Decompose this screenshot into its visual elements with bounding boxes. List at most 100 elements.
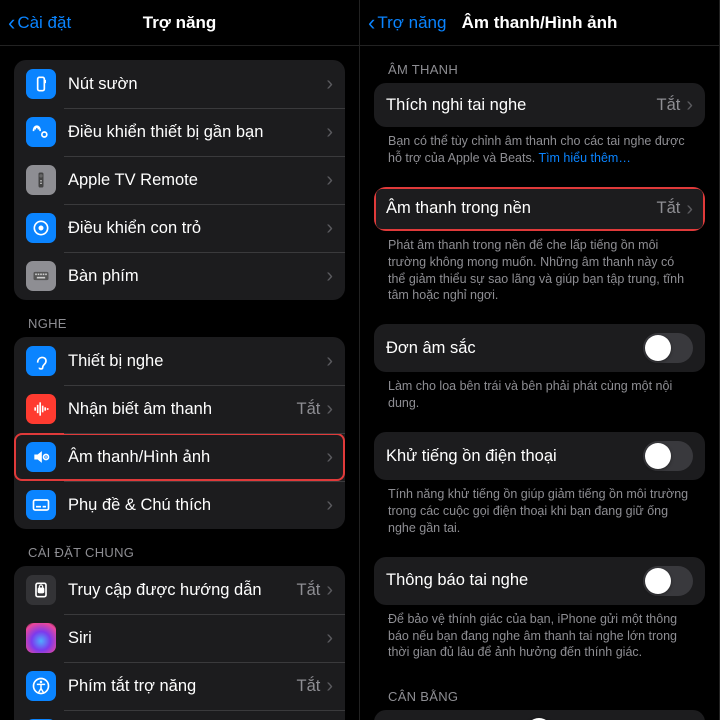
row-label: Âm thanh/Hình ảnh <box>68 448 326 467</box>
row-subtitles-captions[interactable]: Phụ đề & Chú thích › <box>14 481 345 529</box>
group-noise-cancel: Khử tiếng ồn điện thoại <box>374 432 705 480</box>
row-detail: Tắt <box>656 199 680 218</box>
row-label: Bàn phím <box>68 267 326 286</box>
row-headphone-accommodations[interactable]: Thích nghi tai nghe Tắt › <box>374 83 705 127</box>
footer-headphone-accom: Bạn có thể tùy chỉnh âm thanh cho các ta… <box>360 127 719 179</box>
row-pointer-control[interactable]: Điều khiển con trỏ › <box>14 204 345 252</box>
chevron-right-icon: › <box>686 199 693 219</box>
row-label: Điều khiển con trỏ <box>68 219 326 238</box>
row-label: Phím tắt trợ năng <box>68 677 296 696</box>
row-guided-access[interactable]: Truy cập được hướng dẫn Tắt › <box>14 566 345 614</box>
row-label: Âm thanh trong nền <box>386 199 656 218</box>
footer-background-sounds: Phát âm thanh trong nền để che lấp tiếng… <box>360 231 719 317</box>
page-title: Âm thanh/Hình ảnh <box>462 13 618 33</box>
row-headphone-notifications[interactable]: Thông báo tai nghe <box>374 557 705 605</box>
row-detail: Tắt <box>296 400 320 419</box>
chevron-right-icon: › <box>326 218 333 238</box>
group-headphone-accom: Thích nghi tai nghe Tắt › <box>374 83 705 127</box>
row-background-sounds[interactable]: Âm thanh trong nền Tắt › <box>374 187 705 231</box>
group-balance: T P 0,00 <box>374 710 705 720</box>
section-header-audio: ÂM THANH <box>360 46 719 83</box>
row-siri[interactable]: Siri › <box>14 614 345 662</box>
audio-visual-pane: ‹ Trợ năng Âm thanh/Hình ảnh ÂM THANH Th… <box>360 0 720 720</box>
chevron-right-icon: › <box>326 676 333 696</box>
page-title: Trợ năng <box>143 13 216 33</box>
sound-recognition-icon <box>26 394 56 424</box>
chevron-right-icon: › <box>326 74 333 94</box>
accessibility-shortcut-icon <box>26 671 56 701</box>
footer-mono-audio: Làm cho loa bên trái và bên phải phát cù… <box>360 372 719 424</box>
headphone-notif-toggle[interactable] <box>643 566 693 596</box>
row-label: Điều khiển thiết bị gần bạn <box>68 123 326 142</box>
row-label: Phụ đề & Chú thích <box>68 496 326 515</box>
keyboard-icon <box>26 261 56 291</box>
chevron-right-icon: › <box>326 399 333 419</box>
chevron-right-icon: › <box>326 266 333 286</box>
noise-cancel-toggle[interactable] <box>643 441 693 471</box>
chevron-left-icon: ‹ <box>8 12 15 34</box>
group-background-sounds: Âm thanh trong nền Tắt › <box>374 187 705 231</box>
siri-icon <box>26 623 56 653</box>
group-hearing: Thiết bị nghe › Nhận biết âm thanh Tắt ›… <box>14 337 345 529</box>
chevron-right-icon: › <box>326 580 333 600</box>
back-label: Trợ năng <box>377 13 446 33</box>
row-label: Apple TV Remote <box>68 171 326 190</box>
row-label: Đơn âm sắc <box>386 339 643 358</box>
learn-more-link[interactable]: Tìm hiểu thêm… <box>538 151 630 165</box>
back-button[interactable]: ‹ Trợ năng <box>368 0 446 45</box>
group-headphone-notif: Thông báo tai nghe <box>374 557 705 605</box>
row-side-button[interactable]: Nút sườn › <box>14 60 345 108</box>
row-mono-audio[interactable]: Đơn âm sắc <box>374 324 705 372</box>
footer-noise-cancel: Tính năng khử tiếng ồn giúp giảm tiếng ồ… <box>360 480 719 549</box>
section-header-hearing: NGHE <box>0 300 359 337</box>
chevron-right-icon: › <box>326 628 333 648</box>
row-sound-recognition[interactable]: Nhận biết âm thanh Tắt › <box>14 385 345 433</box>
row-nearby-control[interactable]: Điều khiển thiết bị gần bạn › <box>14 108 345 156</box>
ear-icon <box>26 346 56 376</box>
chevron-left-icon: ‹ <box>368 12 375 34</box>
row-label: Thông báo tai nghe <box>386 571 643 590</box>
group-physical: Nút sườn › Điều khiển thiết bị gần bạn ›… <box>14 60 345 300</box>
row-per-app-settings[interactable]: Cài đặt theo ứng dụng › <box>14 710 345 720</box>
row-detail: Tắt <box>296 677 320 696</box>
chevron-right-icon: › <box>326 495 333 515</box>
row-phone-noise-cancellation[interactable]: Khử tiếng ồn điện thoại <box>374 432 705 480</box>
audio-visual-icon <box>26 442 56 472</box>
balance-slider-row: T P <box>374 710 705 720</box>
settings-accessibility-pane: ‹ Cài đặt Trợ năng Nút sườn › Điều khiển… <box>0 0 360 720</box>
row-accessibility-shortcut[interactable]: Phím tắt trợ năng Tắt › <box>14 662 345 710</box>
guided-access-icon <box>26 575 56 605</box>
section-header-general: CÀI ĐẶT CHUNG <box>0 529 359 566</box>
row-detail: Tắt <box>656 96 680 115</box>
back-button[interactable]: ‹ Cài đặt <box>8 0 71 45</box>
row-hearing-devices[interactable]: Thiết bị nghe › <box>14 337 345 385</box>
row-keyboards[interactable]: Bàn phím › <box>14 252 345 300</box>
nav-bar: ‹ Cài đặt Trợ năng <box>0 0 359 46</box>
row-detail: Tắt <box>296 581 320 600</box>
captions-icon <box>26 490 56 520</box>
footer-headphone-notif: Để bảo vệ thính giác của bạn, iPhone gửi… <box>360 605 719 674</box>
row-label: Thiết bị nghe <box>68 352 326 371</box>
row-label: Nút sườn <box>68 75 326 94</box>
nearby-icon <box>26 117 56 147</box>
row-label: Thích nghi tai nghe <box>386 96 656 115</box>
section-header-balance: CÂN BẰNG <box>360 673 719 710</box>
nav-bar: ‹ Trợ năng Âm thanh/Hình ảnh <box>360 0 719 46</box>
row-label: Nhận biết âm thanh <box>68 400 296 419</box>
row-label: Siri <box>68 629 326 648</box>
group-mono-audio: Đơn âm sắc <box>374 324 705 372</box>
row-label: Truy cập được hướng dẫn <box>68 581 296 600</box>
chevron-right-icon: › <box>326 170 333 190</box>
mono-audio-toggle[interactable] <box>643 333 693 363</box>
row-label: Khử tiếng ồn điện thoại <box>386 447 643 466</box>
chevron-right-icon: › <box>326 351 333 371</box>
chevron-right-icon: › <box>326 122 333 142</box>
back-label: Cài đặt <box>17 13 71 33</box>
row-audio-visual[interactable]: Âm thanh/Hình ảnh › <box>14 433 345 481</box>
chevron-right-icon: › <box>326 447 333 467</box>
group-general: Truy cập được hướng dẫn Tắt › Siri › Phí… <box>14 566 345 720</box>
chevron-right-icon: › <box>686 95 693 115</box>
pointer-icon <box>26 213 56 243</box>
appletv-remote-icon <box>26 165 56 195</box>
row-apple-tv-remote[interactable]: Apple TV Remote › <box>14 156 345 204</box>
